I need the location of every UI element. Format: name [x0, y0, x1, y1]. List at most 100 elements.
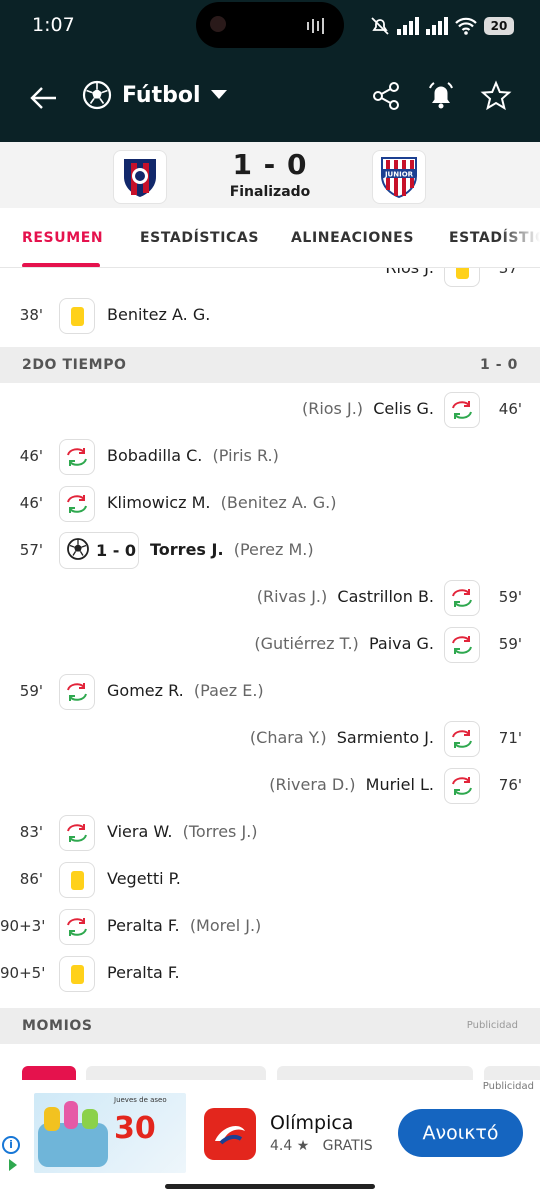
ad-product-graphic — [44, 1107, 60, 1131]
event-row[interactable]: 71' (Chara Y.) Sarmiento J. — [0, 715, 540, 762]
favorite-star-icon[interactable] — [480, 80, 512, 112]
yellow-card-shape — [455, 268, 469, 279]
event-minute: 76' — [498, 776, 522, 794]
signal-icon — [397, 17, 419, 35]
event-row[interactable]: 90+5' Peralta F. — [0, 950, 540, 997]
player-name[interactable]: Benitez A. G. — [107, 305, 210, 324]
mute-icon — [371, 17, 389, 35]
back-arrow-icon[interactable] — [28, 82, 60, 114]
player-secondary: (Rios J.) — [301, 399, 364, 418]
event-row[interactable]: 83' Viera W. (Torres J.) — [0, 809, 540, 856]
goal-score: 1 - 0 — [96, 541, 137, 560]
tab-alineaciones[interactable]: ALINEACIONES — [291, 230, 414, 246]
section-header-2do-tiempo: 2DO TIEMPO 1 - 0 — [0, 347, 540, 383]
player-name[interactable]: Castrillon B. — [337, 587, 434, 606]
event-player[interactable]: (Chara Y.) Sarmiento J. — [250, 728, 434, 747]
caret-down-icon — [210, 90, 227, 99]
player-name[interactable]: Peralta F. — [107, 916, 180, 935]
event-minute: 46' — [19, 447, 43, 465]
player-name[interactable]: Gomez R. — [107, 681, 184, 700]
event-player[interactable]: Gomez R. (Paez E.) — [107, 681, 264, 700]
event-row[interactable]: 59' (Rivas J.) Castrillon B. — [0, 574, 540, 621]
event-row[interactable]: 46' (Rios J.) Celis G. — [0, 386, 540, 433]
event-player[interactable]: Vegetti P. — [107, 869, 181, 888]
event-player[interactable]: (Gutiérrez T.) Paiva G. — [254, 634, 434, 653]
event-player[interactable]: Torres J. (Perez M.) — [150, 540, 314, 559]
wifi-icon — [455, 17, 477, 35]
event-row[interactable]: 59' Gomez R. (Paez E.) — [0, 668, 540, 715]
player-name[interactable]: Klimowicz M. — [107, 493, 210, 512]
player-name[interactable]: Vegetti P. — [107, 869, 181, 888]
event-minute: 90+5' — [0, 964, 46, 982]
player-secondary: (Piris R.) — [212, 446, 279, 465]
player-name[interactable]: Celis G. — [373, 399, 434, 418]
ad-info-icon[interactable]: i — [2, 1136, 20, 1154]
notification-bell-icon[interactable] — [425, 80, 457, 112]
event-row[interactable]: 46' Bobadilla C. (Piris R.) — [0, 433, 540, 480]
player-name[interactable]: Viera W. — [107, 822, 172, 841]
player-secondary: (Perez M.) — [233, 540, 314, 559]
player-name[interactable]: Bobadilla C. — [107, 446, 202, 465]
event-minute: 46' — [19, 494, 43, 512]
event-player[interactable]: Benitez A. G. — [107, 305, 210, 324]
event-player[interactable]: Bobadilla C. (Piris R.) — [107, 446, 279, 465]
yellow-card-shape — [70, 964, 84, 984]
event-minute: 59' — [498, 588, 522, 606]
events-timeline[interactable]: 37' Rios J. 38' Benitez A. G. 2DO TIEMPO 1 - … — [0, 268, 540, 1008]
event-row[interactable]: 90+3' Peralta F. (Morel J.) — [0, 903, 540, 950]
share-icon[interactable] — [370, 80, 402, 112]
event-player[interactable]: (Rios J.) Celis G. — [302, 399, 434, 418]
event-player[interactable]: Peralta F. — [107, 963, 180, 982]
ad-app-logo[interactable] — [204, 1108, 256, 1160]
event-row[interactable]: 38' Benitez A. G. — [0, 292, 540, 339]
player-name[interactable]: Rios J. — [385, 268, 434, 277]
event-row[interactable]: 37' Rios J. — [0, 268, 540, 292]
player-secondary: (Morel J.) — [189, 916, 262, 935]
event-player[interactable]: Viera W. (Torres J.) — [107, 822, 258, 841]
player-name[interactable]: Peralta F. — [107, 963, 180, 982]
event-player[interactable]: Rios J. — [385, 268, 434, 277]
junior-crest-icon: JUNIOR — [381, 157, 417, 199]
event-player[interactable]: Klimowicz M. (Benitez A. G.) — [107, 493, 336, 512]
event-row[interactable]: 76' (Rivera D.) Muriel L. — [0, 762, 540, 809]
momios-label: MOMIOS — [22, 1018, 93, 1034]
ad-open-button[interactable]: Ανοικτό — [398, 1109, 523, 1157]
event-player[interactable]: (Rivera D.) Muriel L. — [269, 775, 434, 794]
tab-resumen[interactable]: RESUMEN — [22, 230, 103, 246]
clock: 1:07 — [32, 14, 75, 36]
player-name[interactable]: Torres J. — [150, 540, 224, 559]
battery-icon: 20 — [484, 17, 514, 35]
match-header: 1 - 0 Finalizado JUNIOR — [0, 142, 540, 208]
player-secondary: (Paez E.) — [193, 681, 264, 700]
substitution-icon — [444, 392, 480, 428]
section-label: 2DO TIEMPO — [22, 357, 127, 373]
substitution-icon — [444, 768, 480, 804]
substitution-icon — [59, 439, 95, 475]
event-minute: 46' — [498, 400, 522, 418]
event-minute: 86' — [19, 870, 43, 888]
tab-estadisticas[interactable]: ESTADÍSTICAS — [140, 230, 259, 246]
ad-banner[interactable]: Publicidad i Jueves de aseo 30 Olímpica … — [0, 1080, 540, 1199]
yellow-card-shape — [70, 306, 84, 326]
event-row[interactable]: 59' (Gutiérrez T.) Paiva G. — [0, 621, 540, 668]
ad-play-icon[interactable] — [8, 1158, 18, 1172]
signal-2-icon — [426, 17, 448, 35]
momios-header: MOMIOS Publicidad — [0, 1008, 540, 1044]
event-minute: 59' — [19, 682, 43, 700]
event-row[interactable]: 46' Klimowicz M. (Benitez A. G.) — [0, 480, 540, 527]
player-name[interactable]: Muriel L. — [366, 775, 434, 794]
player-name[interactable]: Paiva G. — [369, 634, 434, 653]
player-name[interactable]: Sarmiento J. — [337, 728, 434, 747]
app-bar: Fútbol — [0, 56, 540, 142]
sport-selector[interactable]: Fútbol — [82, 80, 227, 110]
event-player[interactable]: Peralta F. (Morel J.) — [107, 916, 261, 935]
event-row[interactable]: 57' 1 - 0 Torres J. (Perez M.) — [0, 527, 540, 574]
substitution-icon — [444, 580, 480, 616]
substitution-icon — [59, 486, 95, 522]
event-row[interactable]: 86' Vegetti P. — [0, 856, 540, 903]
player-secondary: (Benitez A. G.) — [220, 493, 337, 512]
ad-image[interactable]: Jueves de aseo 30 — [34, 1093, 186, 1173]
event-player[interactable]: (Rivas J.) Castrillon B. — [257, 587, 434, 606]
away-team-crest[interactable]: JUNIOR — [372, 150, 426, 204]
home-indicator[interactable] — [165, 1184, 375, 1189]
